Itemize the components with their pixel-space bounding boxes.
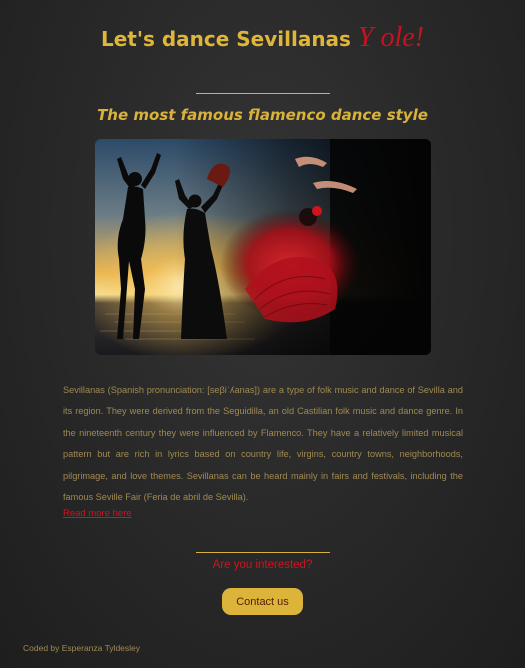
page-title: Let's dance Sevillanas Y ole!	[0, 22, 525, 54]
bottom-divider	[196, 552, 330, 553]
top-divider	[196, 93, 330, 94]
read-more-link[interactable]: Read more here	[63, 508, 132, 519]
title-text: Let's dance Sevillanas	[100, 27, 358, 51]
footer-credit: Coded by Esperanza Tyldesley	[23, 643, 141, 653]
hero-image	[95, 139, 431, 355]
description-text: Sevillanas (Spanish pronunciation: [seβi…	[63, 385, 463, 503]
cta-question: Are you interested?	[212, 559, 313, 571]
contact-button[interactable]: Contact us	[222, 588, 303, 615]
page-subtitle: The most famous flamenco dance style	[97, 106, 428, 124]
title-accent: Y ole!	[357, 22, 425, 53]
